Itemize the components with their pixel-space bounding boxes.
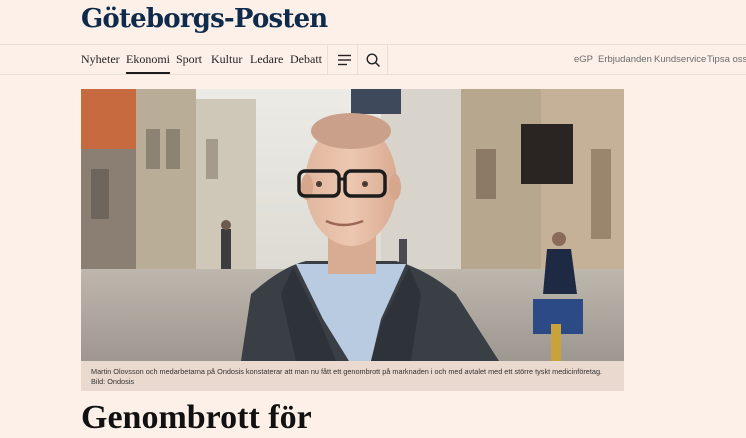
nav-divider [387, 45, 388, 74]
nav-divider [357, 45, 358, 74]
nav-item-ledare[interactable]: Ledare [250, 45, 283, 74]
article-hero-image [81, 89, 624, 361]
link-egp[interactable]: eGP [574, 45, 593, 74]
photo-credit: Bild: Ondosis [91, 376, 134, 386]
link-kundservice[interactable]: Kundservice [654, 45, 706, 74]
nav-item-debatt[interactable]: Debatt [290, 45, 322, 74]
hamburger-menu-icon[interactable] [337, 52, 353, 68]
nav-item-ekonomi[interactable]: Ekonomi [126, 45, 170, 74]
caption-text: Martin Olovsson och medarbetarna på Ondo… [91, 367, 603, 376]
masthead: Göteborgs-Posten [0, 0, 746, 45]
hero-photo [81, 89, 624, 361]
nav-item-sport[interactable]: Sport [176, 45, 202, 74]
search-icon[interactable] [365, 52, 381, 68]
main-navigation: Nyheter Ekonomi Sport Kultur Ledare Deba… [0, 45, 746, 75]
nav-divider [327, 45, 328, 74]
nav-item-kultur[interactable]: Kultur [211, 45, 242, 74]
image-caption-box: Martin Olovsson och medarbetarna på Ondo… [81, 361, 624, 391]
article-headline: Genombrott för [81, 399, 312, 436]
link-erbjudanden[interactable]: Erbjudanden [598, 45, 652, 74]
site-logo[interactable]: Göteborgs-Posten [81, 4, 328, 34]
link-tipsa-oss[interactable]: Tipsa oss [707, 45, 746, 74]
nav-item-nyheter[interactable]: Nyheter [81, 45, 120, 74]
image-caption: Martin Olovsson och medarbetarna på Ondo… [91, 367, 616, 386]
